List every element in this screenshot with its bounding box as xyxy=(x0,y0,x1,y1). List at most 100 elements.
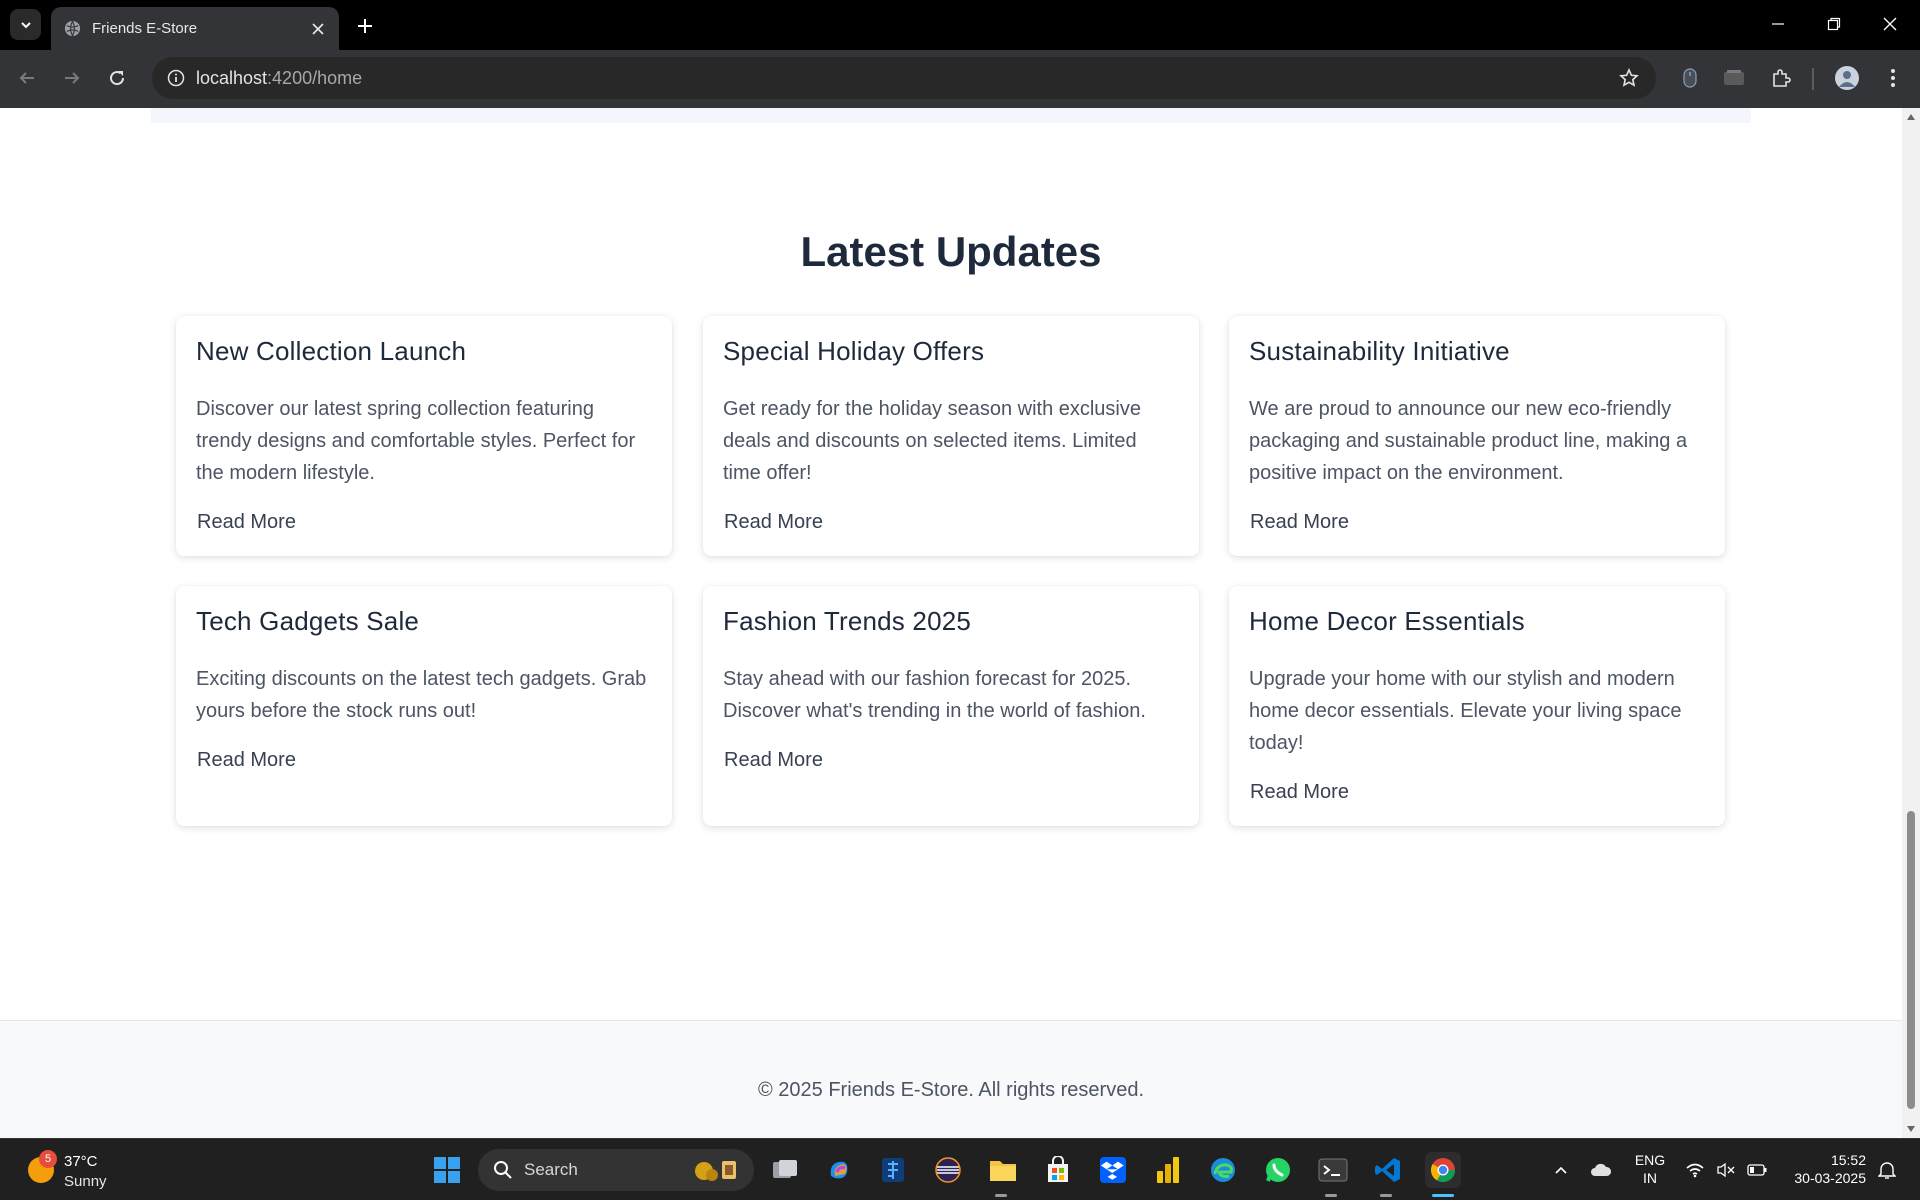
minimize-button[interactable] xyxy=(1750,0,1806,48)
bookmark-star-icon[interactable] xyxy=(1614,63,1644,93)
eclipse-icon[interactable] xyxy=(930,1152,966,1188)
profile-avatar[interactable] xyxy=(1831,62,1863,94)
running-indicator xyxy=(995,1194,1007,1197)
close-window-button[interactable] xyxy=(1862,0,1918,48)
close-tab-icon[interactable] xyxy=(305,16,331,42)
reload-button[interactable] xyxy=(99,60,135,96)
browser-tab[interactable]: Friends E-Store xyxy=(51,7,339,50)
page-viewport: Latest Updates New Collection Launch Dis… xyxy=(0,108,1902,1138)
read-more-link[interactable]: Read More xyxy=(1249,781,1349,804)
whatsapp-icon[interactable] xyxy=(1260,1152,1296,1188)
chevron-down-icon xyxy=(20,21,31,28)
search-label: Search xyxy=(524,1160,578,1179)
url-text: localhost:4200/home xyxy=(196,68,362,89)
card-title: Sustainability Initiative xyxy=(1249,336,1510,366)
browser-menu-icon[interactable] xyxy=(1877,62,1909,94)
site-info-icon[interactable] xyxy=(160,62,192,94)
language-code: ENG xyxy=(1634,1152,1666,1168)
new-tab-button[interactable] xyxy=(350,11,380,41)
page-scrollbar[interactable] xyxy=(1902,108,1920,1138)
taskbar-search[interactable]: Search xyxy=(478,1149,754,1191)
read-more-link[interactable]: Read More xyxy=(196,749,296,772)
mouse-extension-icon[interactable] xyxy=(1674,62,1706,94)
microsoft-store-icon[interactable] xyxy=(1040,1152,1076,1188)
battery-icon[interactable] xyxy=(1742,1152,1772,1188)
plus-icon xyxy=(358,19,372,33)
address-bar[interactable]: localhost:4200/home xyxy=(152,57,1656,99)
language-indicator[interactable]: ENG IN xyxy=(1630,1151,1670,1187)
active-indicator xyxy=(1432,1194,1454,1197)
update-card: New Collection Launch Discover our lates… xyxy=(176,316,672,556)
weather-widget[interactable]: 5 37°C Sunny xyxy=(24,1149,144,1193)
search-highlight-icon xyxy=(695,1161,736,1181)
clock-date: 30-03-2025 xyxy=(1794,1170,1866,1186)
extensions-puzzle-icon[interactable] xyxy=(1765,62,1797,94)
arrow-left-icon xyxy=(19,72,34,84)
chrome-icon[interactable] xyxy=(1425,1152,1461,1188)
weather-condition: Sunny xyxy=(64,1173,107,1190)
notification-bell-icon[interactable] xyxy=(1872,1152,1902,1188)
update-card: Special Holiday Offers Get ready for the… xyxy=(703,316,1199,556)
weather-badge: 5 xyxy=(39,1150,57,1168)
running-indicator xyxy=(1380,1194,1392,1197)
arrow-right-icon xyxy=(65,72,80,84)
wifi-icon[interactable] xyxy=(1680,1152,1710,1188)
toolbar-separator xyxy=(1812,68,1814,90)
scroll-down-arrow-icon[interactable] xyxy=(1906,1125,1916,1133)
tab-strip: Friends E-Store xyxy=(0,0,1920,50)
terminal-icon[interactable] xyxy=(1315,1152,1351,1188)
region-code: IN xyxy=(1643,1170,1657,1186)
file-explorer-icon[interactable] xyxy=(985,1152,1021,1188)
update-card: Fashion Trends 2025 Stay ahead with our … xyxy=(703,586,1199,826)
card-body: Upgrade your home with our stylish and m… xyxy=(1249,668,1682,754)
power-bi-icon[interactable] xyxy=(1150,1152,1186,1188)
restore-button[interactable] xyxy=(1806,0,1862,48)
media-extension-icon[interactable] xyxy=(1718,62,1750,94)
card-title: Tech Gadgets Sale xyxy=(196,606,420,636)
scrollbar-thumb[interactable] xyxy=(1907,811,1915,1109)
url-path: :4200/home xyxy=(267,68,363,88)
minimize-icon xyxy=(1772,23,1784,25)
vscode-icon[interactable] xyxy=(1370,1152,1406,1188)
forward-button[interactable] xyxy=(54,60,90,96)
onedrive-cloud-icon[interactable] xyxy=(1584,1152,1618,1188)
page-footer: © 2025 Friends E-Store. All rights reser… xyxy=(0,1020,1902,1138)
task-view-icon[interactable] xyxy=(767,1152,803,1188)
previous-section-edge xyxy=(151,108,1751,123)
search-icon xyxy=(494,1161,512,1179)
browser-toolbar: localhost:4200/home xyxy=(0,50,1920,108)
read-more-link[interactable]: Read More xyxy=(1249,511,1349,534)
clock[interactable]: 15:52 30-03-2025 xyxy=(1778,1151,1866,1187)
tab-title: Friends E-Store xyxy=(92,20,198,37)
copilot-icon[interactable] xyxy=(821,1152,857,1188)
update-card: Sustainability Initiative We are proud t… xyxy=(1229,316,1725,556)
reload-icon xyxy=(110,71,125,86)
card-body: Stay ahead with our fashion forecast for… xyxy=(723,668,1146,722)
update-card: Tech Gadgets Sale Exciting discounts on … xyxy=(176,586,672,826)
volume-muted-icon[interactable] xyxy=(1711,1152,1741,1188)
update-card: Home Decor Essentials Upgrade your home … xyxy=(1229,586,1725,826)
scroll-up-arrow-icon[interactable] xyxy=(1906,113,1916,121)
clock-time: 15:52 xyxy=(1830,1152,1866,1168)
edge-icon[interactable] xyxy=(1205,1152,1241,1188)
windows-logo-icon xyxy=(434,1157,460,1183)
running-indicator xyxy=(1325,1194,1337,1197)
app-icon-blue-tile[interactable] xyxy=(875,1152,911,1188)
read-more-link[interactable]: Read More xyxy=(723,749,823,772)
card-title: Special Holiday Offers xyxy=(723,336,985,366)
tab-search-button[interactable] xyxy=(10,9,41,40)
url-host: localhost xyxy=(196,68,268,88)
start-button[interactable] xyxy=(429,1152,465,1188)
read-more-link[interactable]: Read More xyxy=(723,511,823,534)
card-title: Fashion Trends 2025 xyxy=(723,606,972,636)
card-body: Exciting discounts on the latest tech ga… xyxy=(196,668,647,722)
show-hidden-icons-chevron-icon[interactable] xyxy=(1544,1152,1578,1188)
card-title: Home Decor Essentials xyxy=(1249,606,1525,636)
back-button[interactable] xyxy=(9,60,45,96)
card-title: New Collection Launch xyxy=(196,336,467,366)
dropbox-icon[interactable] xyxy=(1095,1152,1131,1188)
weather-temperature: 37°C xyxy=(64,1153,98,1170)
restore-icon xyxy=(1827,17,1841,31)
read-more-link[interactable]: Read More xyxy=(196,511,296,534)
section-title: Latest Updates xyxy=(800,228,1102,275)
